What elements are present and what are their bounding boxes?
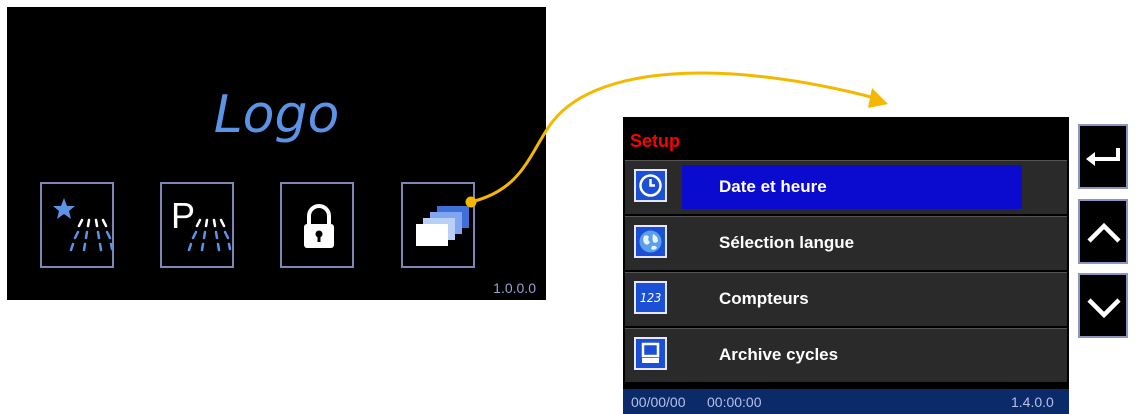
menu-item-archive-cycles[interactable]: Archive cycles (625, 328, 1067, 382)
scroll-up-button[interactable] (1078, 199, 1128, 264)
counter-icon: 123 (634, 281, 667, 314)
menu-item-label: Archive cycles (719, 345, 839, 364)
menu-item-label: Sélection langue (719, 233, 855, 252)
menu-item-langue[interactable]: Sélection langue (625, 216, 1067, 270)
scroll-down-button[interactable] (1078, 273, 1128, 338)
back-arrow-icon (1086, 148, 1120, 166)
setup-title: Setup (630, 131, 681, 151)
chevron-down-icon (1087, 298, 1121, 319)
connector-dot (465, 196, 477, 208)
status-bar: 00/00/00 00:00:00 1.4.0.0 (623, 389, 1069, 414)
status-time: 00:00:00 (707, 394, 762, 410)
chevron-up-icon (1087, 222, 1121, 243)
menu-item-compteurs[interactable]: 123 Compteurs (625, 272, 1067, 326)
menu-item-date-heure[interactable]: Date et heure (625, 160, 1067, 214)
status-version: 1.4.0.0 (1011, 394, 1054, 410)
back-button[interactable] (1078, 124, 1128, 189)
menu-item-label: Compteurs (719, 289, 809, 308)
counter-icon-digits: 123 (639, 290, 662, 305)
globe-icon (634, 225, 667, 258)
computer-icon (634, 337, 667, 370)
menu-item-label: Date et heure (719, 177, 827, 196)
status-date: 00/00/00 (631, 394, 686, 410)
clock-icon (634, 169, 667, 202)
setup-screen: Setup Date et heure Sélection langue 123 (623, 117, 1069, 414)
arrowhead-icon (868, 88, 888, 108)
